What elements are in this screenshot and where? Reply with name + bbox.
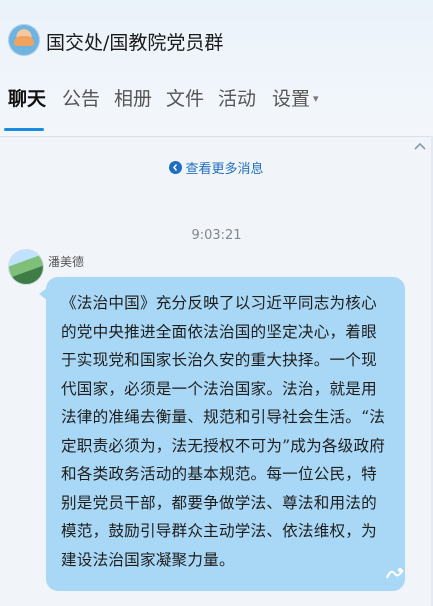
avatar[interactable] — [9, 250, 43, 284]
group-tabs: 聊天 公告 相册 文件 活动 设置 ▾ — [0, 84, 433, 131]
group-title: 国交处/国教院党员群 — [46, 32, 224, 54]
tab-files[interactable]: 文件 — [166, 84, 204, 124]
tab-activities[interactable]: 活动 — [218, 84, 256, 124]
active-tab-indicator — [4, 128, 44, 131]
clock-arrow-icon — [169, 161, 183, 174]
group-avatar[interactable] — [8, 24, 40, 56]
chevron-down-icon: ▾ — [313, 92, 319, 105]
tab-settings[interactable]: 设置 ▾ — [272, 84, 319, 124]
view-more-messages-link[interactable]: 查看更多消息 — [0, 158, 433, 177]
group-chat-window: 国交处/国教院党员群 聊天 公告 相册 文件 活动 设置 ▾ 查看更多消息 9:0… — [0, 0, 433, 606]
group-header: 国交处/国教院党员群 聊天 公告 相册 文件 活动 设置 ▾ — [0, 0, 433, 137]
sender-name[interactable]: 潘美德 — [48, 253, 84, 270]
message-timestamp: 9:03:21 — [191, 228, 242, 243]
tab-chat[interactable]: 聊天 — [8, 84, 46, 124]
tab-album[interactable]: 相册 — [114, 84, 152, 124]
view-more-messages-label: 查看更多消息 — [185, 162, 264, 177]
handshake-icon — [14, 36, 34, 46]
wave-icon — [386, 568, 404, 579]
message-bubble[interactable]: 《法治中国》充分反映了以习近平同志为核心的党中央推进全面依法治国的坚定决心，着眼… — [46, 277, 405, 591]
chevron-up-icon[interactable] — [413, 140, 427, 155]
tab-settings-label: 设置 — [272, 88, 311, 110]
tab-announcements[interactable]: 公告 — [62, 84, 100, 124]
